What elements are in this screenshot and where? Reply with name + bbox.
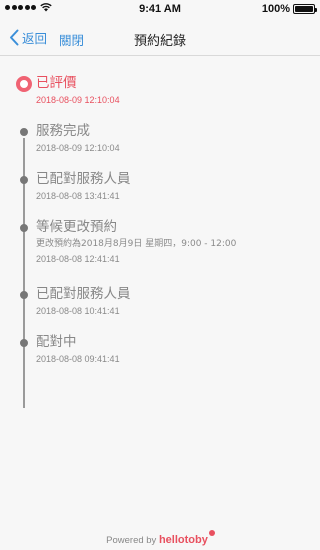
timeline-item: 已評價 2018-08-09 12:10:04 (0, 74, 320, 122)
status-bar: 9:41 AM 100% (0, 0, 320, 18)
timeline-item: 已配對服務人員 2018-08-08 10:41:41 (0, 285, 320, 333)
powered-by-text: Powered by (106, 535, 157, 546)
timeline-item-title: 配對中 (36, 334, 77, 350)
timeline: 已評價 2018-08-09 12:10:04 服務完成 2018-08-09 … (0, 56, 320, 408)
timeline-item: 服務完成 2018-08-09 12:10:04 (0, 122, 320, 170)
timeline-item: 配對中 2018-08-08 09:41:41 (0, 333, 320, 381)
status-right: 100% (261, 3, 317, 15)
timeline-item-date: 2018-08-09 12:10:04 (36, 143, 120, 153)
footer: Powered by hellotoby (0, 530, 320, 546)
timeline-item-title: 服務完成 (36, 123, 90, 139)
timeline-item-title: 已評價 (36, 75, 77, 91)
brand-name: hellotoby (158, 534, 208, 546)
timeline-item-date: 2018-08-08 10:41:41 (36, 306, 120, 316)
timeline-dot (20, 339, 28, 347)
timeline-item-date: 2018-08-09 12:10:04 (36, 95, 120, 105)
timeline-item: 已配對服務人員 2018-08-08 13:41:41 (0, 170, 320, 218)
timeline-dot-active (16, 76, 32, 92)
page-title: 預約紀錄 (133, 34, 186, 49)
brand-logo: hellotoby (158, 530, 215, 546)
brand-dot-icon (208, 530, 215, 536)
timeline-dot (20, 128, 28, 136)
nav-bar: 返回 關閉 預約紀錄 (0, 18, 320, 56)
battery-icon (293, 4, 317, 14)
timeline-dot (20, 291, 28, 299)
timeline-item: 等候更改預約 更改預約為2018月8月9日 星期四，9:00 - 12:00 2… (0, 218, 320, 285)
timeline-item-date: 2018-08-08 13:41:41 (36, 191, 120, 201)
battery-percent: 100% (261, 3, 290, 15)
timeline-item-date: 2018-08-08 09:41:41 (36, 354, 120, 364)
timeline-dot (20, 176, 28, 184)
timeline-item-title: 已配對服務人員 (36, 171, 131, 187)
timeline-item-title: 已配對服務人員 (36, 286, 131, 302)
timeline-item-detail: 更改預約為2018月8月9日 星期四，9:00 - 12:00 (36, 239, 237, 249)
timeline-dot (20, 224, 28, 232)
timeline-item-title: 等候更改預約 (36, 219, 117, 235)
timeline-item-date: 2018-08-08 12:41:41 (36, 254, 120, 264)
